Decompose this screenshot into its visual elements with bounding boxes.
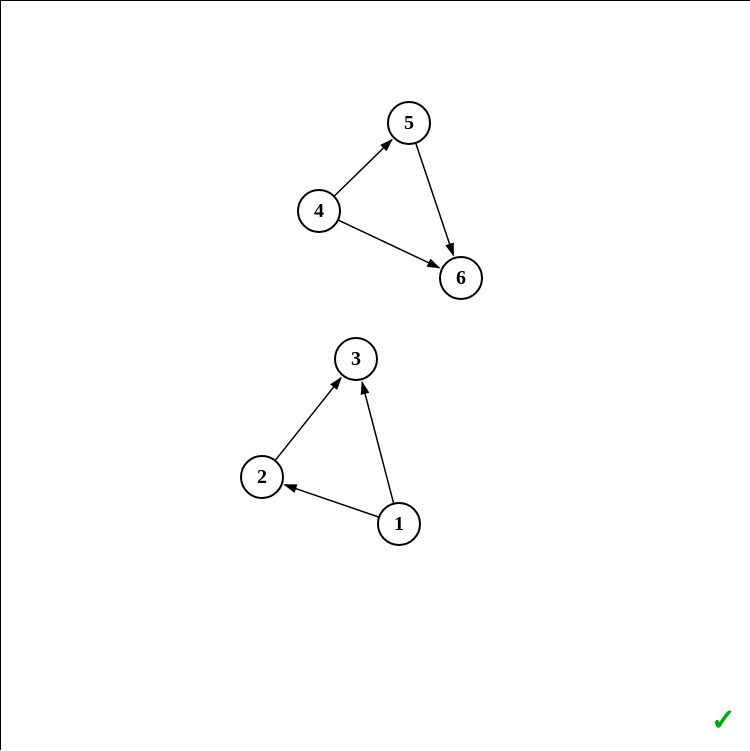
node-label: 5 bbox=[404, 112, 414, 135]
graph-node-3: 3 bbox=[334, 337, 378, 381]
edge-n1-n2 bbox=[285, 485, 378, 517]
graph-node-2: 2 bbox=[240, 455, 284, 499]
edges-layer bbox=[1, 1, 750, 751]
graph-node-6: 6 bbox=[439, 256, 483, 300]
edge-n4-n6 bbox=[339, 220, 439, 267]
graph-node-4: 4 bbox=[297, 189, 341, 233]
node-label: 2 bbox=[257, 466, 267, 489]
graph-node-1: 1 bbox=[377, 502, 421, 546]
node-label: 1 bbox=[394, 513, 404, 536]
node-label: 3 bbox=[351, 348, 361, 371]
node-label: 6 bbox=[456, 267, 466, 290]
edge-n1-n3 bbox=[362, 382, 393, 502]
graph-node-5: 5 bbox=[387, 101, 431, 145]
edge-n4-n5 bbox=[335, 140, 392, 196]
checkmark-icon: ✓ bbox=[711, 703, 736, 738]
node-label: 4 bbox=[314, 200, 324, 223]
diagram-canvas: 1 2 3 4 5 6 ✓ bbox=[0, 0, 750, 750]
edge-n2-n3 bbox=[276, 378, 341, 460]
edge-n5-n6 bbox=[416, 144, 453, 255]
